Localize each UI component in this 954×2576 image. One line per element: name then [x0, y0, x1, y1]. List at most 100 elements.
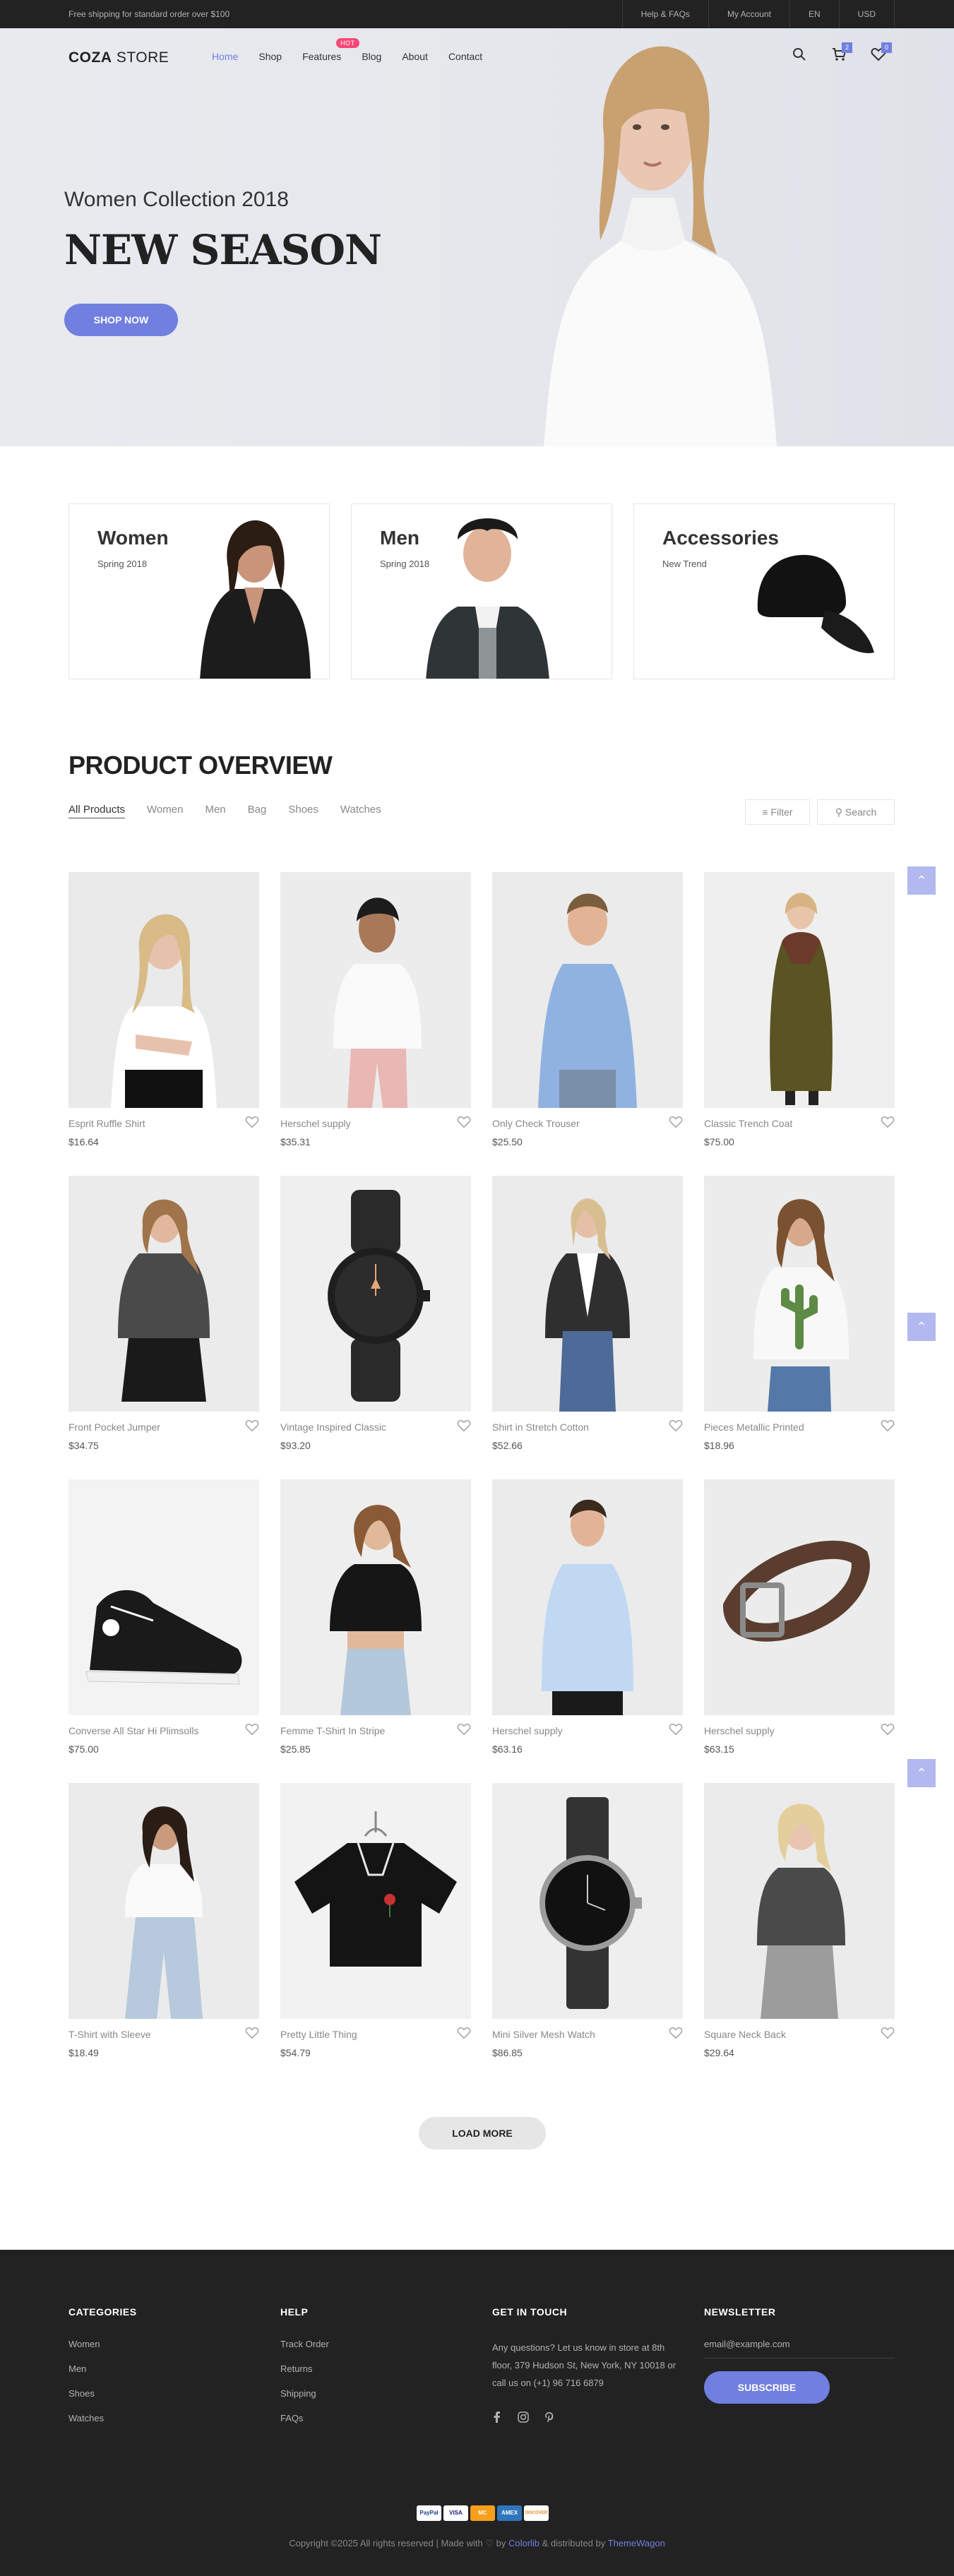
product-image[interactable]	[68, 1479, 259, 1715]
product-name[interactable]: Esprit Ruffle Shirt	[68, 1118, 145, 1129]
heart-icon[interactable]	[669, 1115, 683, 1129]
banner-accessories[interactable]: Accessories New Trend	[633, 503, 895, 679]
heart-icon[interactable]	[457, 1419, 471, 1433]
cart-icon[interactable]: 2	[831, 42, 852, 62]
product-card[interactable]: Classic Trench Coat $75.00	[704, 872, 895, 1147]
product-name[interactable]: Herschel supply	[704, 1725, 775, 1736]
menu-about[interactable]: About	[402, 51, 428, 62]
footer-link-women[interactable]: Women	[68, 2339, 259, 2349]
product-image[interactable]	[68, 872, 259, 1108]
product-name[interactable]: Vintage Inspired Classic	[280, 1421, 386, 1433]
product-name[interactable]: T-Shirt with Sleeve	[68, 2029, 151, 2040]
product-name[interactable]: Mini Silver Mesh Watch	[492, 2029, 595, 2040]
menu-shop[interactable]: Shop	[258, 51, 282, 62]
product-card[interactable]: Square Neck Back $29.64	[704, 1783, 895, 2058]
heart-icon[interactable]	[669, 2026, 683, 2040]
product-name[interactable]: Front Pocket Jumper	[68, 1421, 160, 1433]
product-card[interactable]: Shirt in Stretch Cotton $52.66	[492, 1176, 683, 1451]
product-card[interactable]: Herschel supply $35.31	[280, 872, 471, 1147]
scroll-up-arrow[interactable]: ⌃	[907, 1759, 936, 1787]
scroll-up-arrow[interactable]: ⌃	[907, 866, 936, 895]
search-icon[interactable]	[792, 47, 807, 62]
footer-link-shoes[interactable]: Shoes	[68, 2388, 259, 2399]
product-card[interactable]: Only Check Trouser $25.50	[492, 872, 683, 1147]
my-account-link[interactable]: My Account	[708, 0, 789, 28]
heart-icon[interactable]	[669, 1722, 683, 1736]
product-card[interactable]: Herschel supply $63.15	[704, 1479, 895, 1755]
newsletter-email-input[interactable]: email@example.com	[704, 2339, 895, 2359]
product-image[interactable]	[68, 1176, 259, 1412]
banner-women[interactable]: Women Spring 2018	[68, 503, 330, 679]
store-logo[interactable]: COZA STORE	[68, 49, 169, 66]
product-image[interactable]	[704, 1176, 895, 1412]
footer-link-faqs[interactable]: FAQs	[280, 2413, 471, 2423]
heart-icon[interactable]	[881, 1419, 895, 1433]
pinterest-icon[interactable]	[544, 2411, 554, 2423]
product-card[interactable]: Esprit Ruffle Shirt $16.64	[68, 872, 259, 1147]
footer-link-returns[interactable]: Returns	[280, 2363, 471, 2374]
product-image[interactable]	[704, 1783, 895, 2019]
heart-icon[interactable]	[245, 2026, 259, 2040]
language-link[interactable]: EN	[789, 0, 839, 28]
product-image[interactable]	[492, 1783, 683, 2019]
product-card[interactable]: Vintage Inspired Classic $93.20	[280, 1176, 471, 1451]
product-image[interactable]	[280, 1479, 471, 1715]
heart-icon[interactable]	[881, 1115, 895, 1129]
product-image[interactable]	[68, 1783, 259, 2019]
footer-link-track-order[interactable]: Track Order	[280, 2339, 471, 2349]
filter-women[interactable]: Women	[147, 804, 183, 818]
product-name[interactable]: Femme T-Shirt In Stripe	[280, 1725, 385, 1736]
menu-blog[interactable]: Blog	[362, 51, 381, 62]
themewagon-link[interactable]: ThemeWagon	[608, 2538, 665, 2548]
filter-bag[interactable]: Bag	[248, 804, 267, 818]
heart-icon[interactable]	[881, 2026, 895, 2040]
product-name[interactable]: Converse All Star Hi Plimsolls	[68, 1725, 198, 1736]
product-image[interactable]	[280, 1783, 471, 2019]
product-name[interactable]: Only Check Trouser	[492, 1118, 580, 1129]
product-image[interactable]	[704, 1479, 895, 1715]
product-card[interactable]: Pretty Little Thing $54.79	[280, 1783, 471, 2058]
product-name[interactable]: Square Neck Back	[704, 2029, 786, 2040]
product-image[interactable]	[492, 1176, 683, 1412]
product-image[interactable]	[492, 872, 683, 1108]
heart-icon[interactable]	[245, 1115, 259, 1129]
footer-link-watches[interactable]: Watches	[68, 2413, 259, 2423]
product-card[interactable]: Pieces Metallic Printed $18.96	[704, 1176, 895, 1451]
filter-all-products[interactable]: All Products	[68, 804, 126, 818]
heart-icon[interactable]	[457, 1722, 471, 1736]
product-card[interactable]: Converse All Star Hi Plimsolls $75.00	[68, 1479, 259, 1755]
instagram-icon[interactable]	[518, 2411, 529, 2423]
currency-link[interactable]: USD	[838, 0, 895, 28]
footer-link-shipping[interactable]: Shipping	[280, 2388, 471, 2399]
help-faqs-link[interactable]: Help & FAQs	[621, 0, 708, 28]
footer-link-men[interactable]: Men	[68, 2363, 259, 2374]
facebook-icon[interactable]	[492, 2411, 502, 2423]
menu-contact[interactable]: Contact	[448, 51, 482, 62]
product-image[interactable]	[280, 872, 471, 1108]
product-name[interactable]: Pretty Little Thing	[280, 2029, 357, 2040]
heart-icon[interactable]	[245, 1722, 259, 1736]
subscribe-button[interactable]: SUBSCRIBE	[704, 2371, 830, 2404]
filter-men[interactable]: Men	[205, 804, 225, 818]
search-toggle-button[interactable]: ⚲ Search	[817, 799, 895, 825]
menu-features[interactable]: Features HOT	[302, 38, 359, 62]
product-card[interactable]: T-Shirt with Sleeve $18.49	[68, 1783, 259, 2058]
heart-icon[interactable]	[669, 1419, 683, 1433]
scroll-up-arrow[interactable]: ⌃	[907, 1313, 936, 1341]
filter-button[interactable]: ≡ Filter	[745, 799, 810, 825]
heart-icon[interactable]	[881, 1722, 895, 1736]
product-name[interactable]: Classic Trench Coat	[704, 1118, 792, 1129]
colorlib-link[interactable]: Colorlib	[508, 2538, 539, 2548]
product-image[interactable]	[704, 872, 895, 1108]
product-image[interactable]	[280, 1176, 471, 1412]
product-card[interactable]: Herschel supply $63.16	[492, 1479, 683, 1755]
menu-home[interactable]: Home	[212, 51, 238, 62]
banner-men[interactable]: Men Spring 2018	[351, 503, 612, 679]
product-card[interactable]: Front Pocket Jumper $34.75	[68, 1176, 259, 1451]
shop-now-button[interactable]: SHOP NOW	[64, 304, 178, 336]
product-card[interactable]: Femme T-Shirt In Stripe $25.85	[280, 1479, 471, 1755]
product-image[interactable]	[492, 1479, 683, 1715]
product-name[interactable]: Shirt in Stretch Cotton	[492, 1421, 589, 1433]
product-card[interactable]: Mini Silver Mesh Watch $86.85	[492, 1783, 683, 2058]
filter-shoes[interactable]: Shoes	[288, 804, 318, 818]
